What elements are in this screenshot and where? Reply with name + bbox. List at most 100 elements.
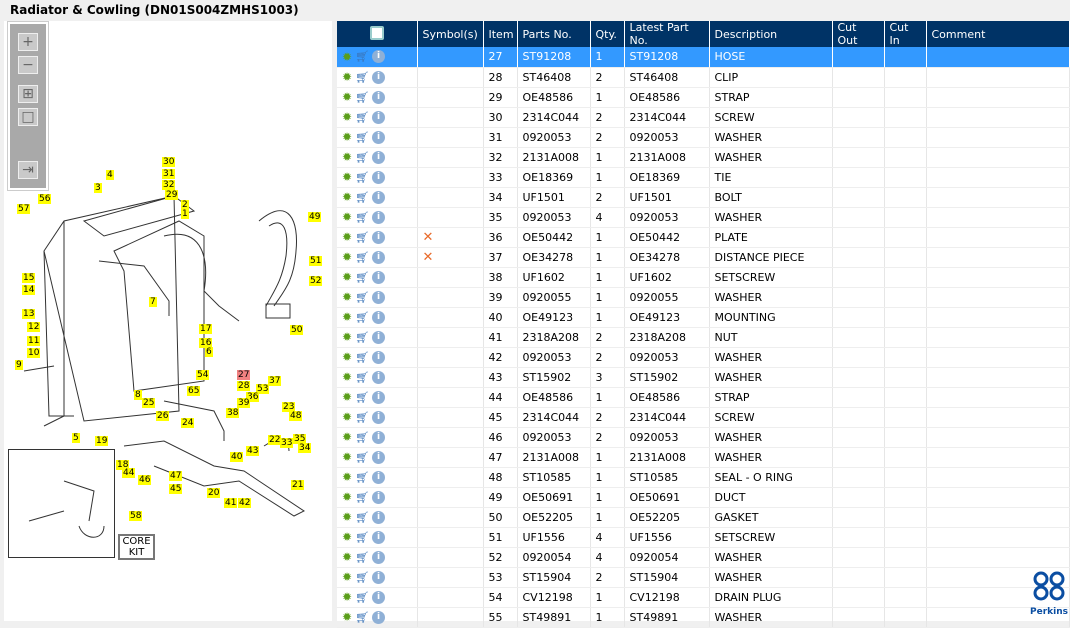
column-header[interactable]: Symbol(s) [417, 21, 484, 47]
callout-28[interactable]: 28 [237, 381, 251, 391]
settings-gear-icon[interactable]: ✹ [342, 470, 352, 484]
table-row[interactable]: ✹ 🛒︎ i 50 OE52205 1 OE52205 GASKET [337, 507, 1070, 528]
cart-icon[interactable]: 🛒︎ [355, 251, 369, 264]
info-icon[interactable]: i [372, 510, 386, 524]
column-header[interactable]: Cut In [884, 21, 927, 47]
info-icon[interactable]: i [372, 390, 386, 404]
info-icon[interactable]: i [372, 150, 386, 164]
callout-3[interactable]: 3 [94, 183, 102, 193]
settings-gear-icon[interactable]: ✹ [342, 330, 352, 344]
settings-gear-icon[interactable]: ✹ [342, 550, 352, 564]
info-icon[interactable]: i [372, 230, 386, 244]
info-icon[interactable]: i [372, 430, 386, 444]
info-icon[interactable]: i [372, 370, 386, 384]
callout-54[interactable]: 54 [196, 370, 210, 380]
info-icon[interactable]: i [372, 290, 386, 304]
table-row[interactable]: ✹ 🛒︎ i 45 2314C044 2 2314C044 SCREW [337, 407, 1070, 428]
cart-icon[interactable]: 🛒︎ [355, 531, 369, 544]
reset-view-button[interactable]: □ [18, 108, 38, 126]
cart-icon[interactable]: 🛒︎ [355, 491, 369, 504]
settings-gear-icon[interactable]: ✹ [342, 370, 352, 384]
callout-39[interactable]: 39 [237, 398, 251, 408]
settings-gear-icon[interactable]: ✹ [342, 410, 352, 424]
callout-27[interactable]: 27 [237, 370, 251, 380]
settings-gear-icon[interactable]: ✹ [342, 390, 352, 404]
cart-icon[interactable]: 🛒︎ [355, 311, 369, 324]
info-icon[interactable]: i [372, 550, 386, 564]
settings-gear-icon[interactable]: ✹ [342, 590, 352, 604]
cart-icon[interactable]: 🛒︎ [355, 391, 369, 404]
table-row[interactable]: ✹ 🛒︎ i 44 OE48586 1 OE48586 STRAP [337, 387, 1070, 408]
settings-gear-icon[interactable]: ✹ [342, 230, 352, 244]
callout-20[interactable]: 20 [207, 488, 221, 498]
column-header[interactable]: Item [483, 21, 518, 47]
cart-icon[interactable]: 🛒︎ [355, 351, 369, 364]
callout-47[interactable]: 47 [169, 471, 183, 481]
settings-gear-icon[interactable]: ✹ [342, 170, 352, 184]
callout-38[interactable]: 38 [226, 408, 240, 418]
settings-gear-icon[interactable]: ✹ [342, 90, 352, 104]
callout-5[interactable]: 5 [72, 433, 80, 443]
table-row[interactable]: ✹ 🛒︎ i 33 OE18369 1 OE18369 TIE [337, 167, 1070, 188]
info-icon[interactable]: i [372, 410, 386, 424]
table-row[interactable]: ✹ 🛒︎ i 51 UF1556 4 UF1556 SETSCREW [337, 527, 1070, 548]
table-row[interactable]: ✹ 🛒︎ i 48 ST10585 1 ST10585 SEAL - O RING [337, 467, 1070, 488]
callout-17[interactable]: 17 [199, 324, 213, 334]
info-icon[interactable]: i [372, 310, 386, 324]
cart-icon[interactable]: 🛒︎ [355, 191, 369, 204]
callout-33[interactable]: 33 [280, 438, 294, 448]
table-row[interactable]: ✹ 🛒︎ i 27 ST91208 1 ST91208 HOSE [337, 47, 1070, 68]
callout-37[interactable]: 37 [268, 376, 282, 386]
callout-9[interactable]: 9 [15, 360, 23, 370]
callout-56[interactable]: 56 [38, 194, 52, 204]
table-row[interactable]: ✹ 🛒︎ i 55 ST49891 1 ST49891 WASHER [337, 607, 1070, 628]
callout-11[interactable]: 11 [27, 336, 41, 346]
info-icon[interactable]: i [372, 210, 386, 224]
info-icon[interactable]: i [372, 130, 386, 144]
column-header[interactable]: Cut Out [832, 21, 885, 47]
settings-gear-icon[interactable]: ✹ [342, 150, 352, 164]
cart-icon[interactable]: 🛒︎ [355, 511, 369, 524]
callout-51[interactable]: 51 [309, 256, 323, 266]
table-row[interactable]: ✹ 🛒︎ i 43 ST15902 3 ST15902 WASHER [337, 367, 1070, 388]
cart-icon[interactable]: 🛒︎ [355, 171, 369, 184]
settings-gear-icon[interactable]: ✹ [342, 250, 352, 264]
toggle-panel-button[interactable]: ⇥ [18, 161, 38, 179]
settings-gear-icon[interactable]: ✹ [342, 210, 352, 224]
table-row[interactable]: ✹ 🛒︎ i 31 0920053 2 0920053 WASHER [337, 127, 1070, 148]
fit-view-button[interactable]: ⊞ [18, 85, 38, 103]
settings-gear-icon[interactable]: ✹ [342, 310, 352, 324]
cart-icon[interactable]: 🛒︎ [355, 91, 369, 104]
callout-50[interactable]: 50 [290, 325, 304, 335]
callout-8[interactable]: 8 [134, 390, 142, 400]
callout-1[interactable]: 1 [181, 209, 189, 219]
table-row[interactable]: ✹ 🛒︎ i 32 2131A008 1 2131A008 WASHER [337, 147, 1070, 168]
cart-icon[interactable]: 🛒︎ [355, 411, 369, 424]
info-icon[interactable]: i [372, 530, 386, 544]
cart-icon[interactable]: 🛒︎ [355, 331, 369, 344]
cart-icon[interactable]: 🛒︎ [355, 231, 369, 244]
table-row[interactable]: ✹ 🛒︎ i ✕ 37 OE34278 1 OE34278 DISTANCE PIE… [337, 247, 1070, 268]
column-header[interactable]: Latest Part No. [624, 21, 710, 47]
callout-40[interactable]: 40 [230, 452, 244, 462]
settings-gear-icon[interactable]: ✹ [342, 50, 352, 64]
cart-icon[interactable]: 🛒︎ [355, 111, 369, 124]
table-row[interactable]: ✹ 🛒︎ i 46 0920053 2 0920053 WASHER [337, 427, 1070, 448]
callout-31[interactable]: 31 [162, 169, 176, 179]
column-header[interactable]: Comment [926, 21, 1070, 47]
cart-icon[interactable]: 🛒︎ [355, 271, 369, 284]
callout-44[interactable]: 44 [122, 468, 136, 478]
column-header[interactable]: Qty. [590, 21, 625, 47]
settings-gear-icon[interactable]: ✹ [342, 290, 352, 304]
callout-19[interactable]: 19 [95, 436, 109, 446]
info-icon[interactable]: i [372, 110, 386, 124]
settings-gear-icon[interactable]: ✹ [342, 570, 352, 584]
info-icon[interactable]: i [372, 350, 386, 364]
cart-icon[interactable]: 🛒︎ [355, 151, 369, 164]
callout-34[interactable]: 34 [298, 443, 312, 453]
settings-gear-icon[interactable]: ✹ [342, 610, 352, 624]
info-icon[interactable]: i [372, 610, 386, 624]
settings-gear-icon[interactable]: ✹ [342, 130, 352, 144]
callout-26[interactable]: 26 [156, 411, 170, 421]
callout-6[interactable]: 6 [205, 347, 213, 357]
